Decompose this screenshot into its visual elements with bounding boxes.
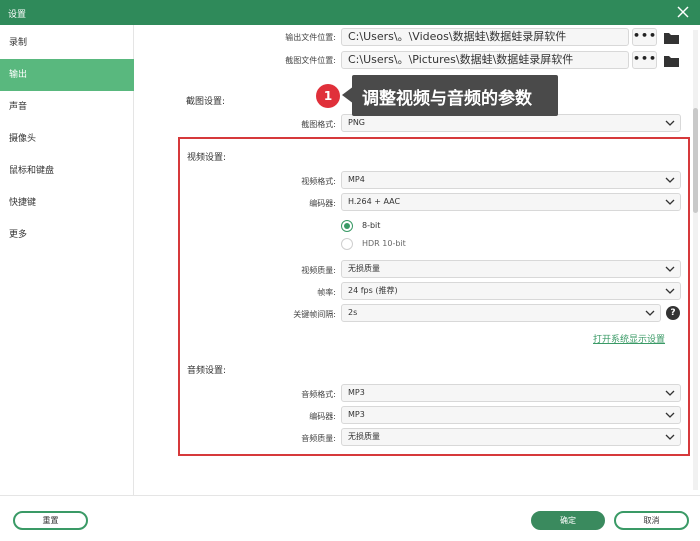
video-format-select[interactable]: MP4 <box>341 171 681 189</box>
screenshot-format-label: 截图格式: <box>301 120 336 129</box>
audio-settings-title: 音频设置: <box>187 366 227 376</box>
open-system-display-settings-link[interactable]: 打开系统显示设置 <box>593 332 665 345</box>
reset-button[interactable]: 重置 <box>13 511 88 530</box>
video-settings-title: 视频设置: <box>187 153 227 163</box>
scrollbar[interactable] <box>693 30 698 490</box>
audio-encoder-label: 编码器: <box>309 412 336 421</box>
folder-icon[interactable] <box>663 54 680 68</box>
chevron-down-icon <box>665 266 675 272</box>
video-quality-select[interactable]: 无损质量 <box>341 260 681 278</box>
chevron-down-icon <box>665 390 675 396</box>
audio-quality-select[interactable]: 无损质量 <box>341 428 681 446</box>
sidebar-item-hotkeys[interactable]: 快捷键 <box>0 187 134 219</box>
annotation-pointer <box>342 86 354 104</box>
sidebar-item-mouse-keyboard[interactable]: 鼠标和键盘 <box>0 155 134 187</box>
video-path-browse-button[interactable]: ••• <box>632 28 657 46</box>
sidebar-item-label: 录制 <box>9 38 28 48</box>
sidebar: 录制 输出 声音 摄像头 鼠标和键盘 快捷键 更多 <box>0 25 134 495</box>
chevron-down-icon <box>645 310 655 316</box>
keyframe-interval-select[interactable]: 2s <box>341 304 661 322</box>
chevron-down-icon <box>665 434 675 440</box>
sidebar-item-label: 鼠标和键盘 <box>9 166 55 176</box>
ok-button[interactable]: 确定 <box>531 511 605 530</box>
title-bar: 设置 <box>0 0 700 25</box>
annotation-badge: 1 <box>316 84 340 108</box>
video-encoder-select[interactable]: H.264 + AAC <box>341 193 681 211</box>
sidebar-item-label: 输出 <box>9 70 28 80</box>
chevron-down-icon <box>665 288 675 294</box>
screenshot-path-label: 截图文件位置: <box>285 56 336 65</box>
scrollbar-thumb[interactable] <box>693 108 698 213</box>
sidebar-item-label: 更多 <box>9 230 28 240</box>
audio-quality-label: 音频质量: <box>301 434 336 443</box>
cancel-button[interactable]: 取消 <box>614 511 689 530</box>
annotation-text: 调整视频与音频的参数 <box>362 89 532 109</box>
screenshot-settings-title: 截图设置: <box>186 97 226 107</box>
close-icon[interactable] <box>676 5 690 19</box>
audio-format-select[interactable]: MP3 <box>341 384 681 402</box>
sidebar-item-label: 快捷键 <box>9 198 37 208</box>
video-encoder-value: H.264 + AAC <box>348 197 401 206</box>
screenshot-format-select[interactable]: PNG <box>341 114 681 132</box>
audio-quality-value: 无损质量 <box>348 432 380 441</box>
video-format-value: MP4 <box>348 175 365 184</box>
sidebar-item-record[interactable]: 录制 <box>0 27 134 59</box>
audio-encoder-value: MP3 <box>348 410 365 419</box>
chevron-down-icon <box>665 412 675 418</box>
video-quality-label: 视频质量: <box>301 266 336 275</box>
sidebar-item-output[interactable]: 输出 <box>0 59 134 91</box>
screenshot-format-value: PNG <box>348 118 366 127</box>
sidebar-item-camera[interactable]: 摄像头 <box>0 123 134 155</box>
bit-depth-8bit-radio[interactable] <box>341 220 353 232</box>
video-path-label: 输出文件位置: <box>285 33 336 42</box>
bit-depth-8bit-label: 8-bit <box>362 221 381 230</box>
annotation-tooltip: 调整视频与音频的参数 <box>352 75 558 116</box>
audio-format-label: 音频格式: <box>301 390 336 399</box>
bit-depth-hdr-radio[interactable] <box>341 238 353 250</box>
video-path-field[interactable]: C:\Users\。\Videos\数据蛙\数据蛙录屏软件 <box>341 28 629 46</box>
sidebar-item-more[interactable]: 更多 <box>0 219 134 251</box>
footer: 重置 确定 取消 <box>0 495 700 541</box>
sidebar-item-sound[interactable]: 声音 <box>0 91 134 123</box>
help-icon[interactable]: ? <box>666 306 680 320</box>
video-format-label: 视频格式: <box>301 177 336 186</box>
window-title: 设置 <box>8 10 27 20</box>
chevron-down-icon <box>665 199 675 205</box>
keyframe-interval-value: 2s <box>348 308 358 317</box>
framerate-select[interactable]: 24 fps (推荐) <box>341 282 681 300</box>
keyframe-interval-label: 关键帧间隔: <box>293 310 336 319</box>
screenshot-path-field[interactable]: C:\Users\。\Pictures\数据蛙\数据蛙录屏软件 <box>341 51 629 69</box>
audio-encoder-select[interactable]: MP3 <box>341 406 681 424</box>
video-encoder-label: 编码器: <box>309 199 336 208</box>
framerate-label: 帧率: <box>317 288 336 297</box>
audio-format-value: MP3 <box>348 388 365 397</box>
video-quality-value: 无损质量 <box>348 264 380 273</box>
sidebar-item-label: 摄像头 <box>9 134 37 144</box>
bit-depth-hdr-label: HDR 10-bit <box>362 239 406 248</box>
sidebar-item-label: 声音 <box>9 102 28 112</box>
framerate-value: 24 fps (推荐) <box>348 286 398 295</box>
chevron-down-icon <box>665 177 675 183</box>
chevron-down-icon <box>665 120 675 126</box>
screenshot-path-browse-button[interactable]: ••• <box>632 51 657 69</box>
folder-icon[interactable] <box>663 31 680 45</box>
